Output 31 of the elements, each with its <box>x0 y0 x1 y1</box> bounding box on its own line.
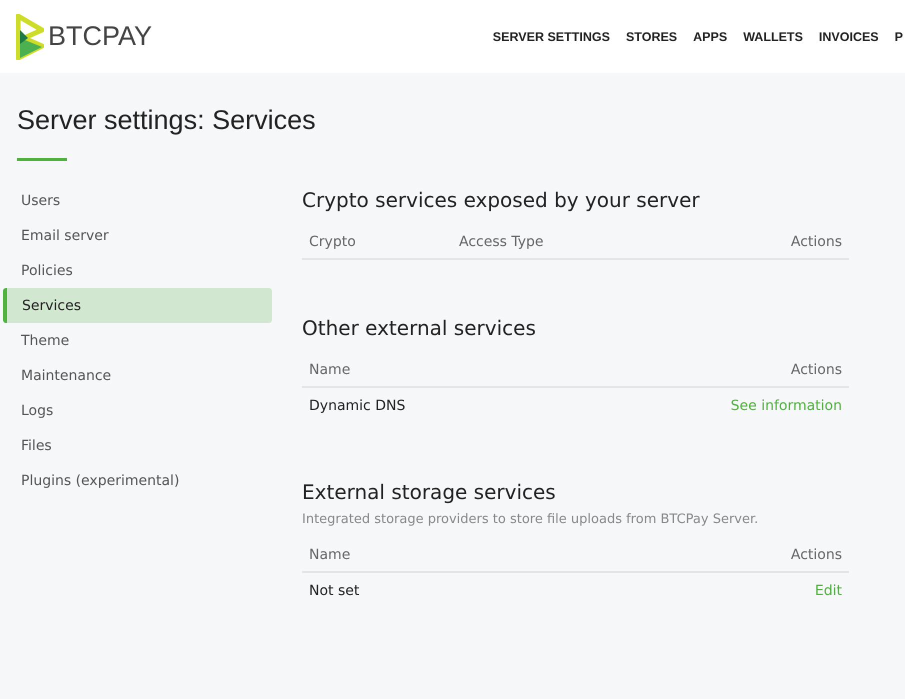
column-header: Name <box>309 547 350 563</box>
column-header: Actions <box>790 234 842 250</box>
section-title: External storage services <box>302 480 557 504</box>
section-description: Integrated storage providers to store file uploads from BTCPay Server. <box>302 512 760 527</box>
nav-link[interactable]: APPS <box>693 30 728 44</box>
sidebar-item[interactable]: Files <box>3 428 272 463</box>
section-title: Crypto services exposed by your server <box>302 188 701 212</box>
column-header: Name <box>309 362 350 378</box>
sidebar-item[interactable]: Logs <box>3 393 272 428</box>
sidebar-item[interactable]: Policies <box>3 253 272 288</box>
sidebar-item[interactable]: Email server <box>3 218 272 253</box>
nav-link[interactable]: P <box>894 30 903 44</box>
nav-link[interactable]: INVOICES <box>818 30 879 44</box>
sidebar-item[interactable]: Users <box>3 183 272 218</box>
table-cell: Dynamic DNS <box>309 398 406 414</box>
column-header: Access Type <box>459 234 544 250</box>
column-header: Actions <box>790 547 842 563</box>
nav-link[interactable]: SERVER SETTINGS <box>492 30 610 44</box>
sidebar-item[interactable]: Theme <box>3 323 272 358</box>
sidebar-item[interactable]: Services <box>3 288 272 323</box>
logo-icon <box>16 14 44 60</box>
column-header: Actions <box>790 362 842 378</box>
section-title: Other external services <box>302 316 537 340</box>
column-header: Crypto <box>309 234 357 250</box>
sidebar-item[interactable]: Plugins (experimental) <box>3 463 272 498</box>
logo-text: BTCPAY <box>48 21 152 52</box>
nav-link[interactable]: WALLETS <box>743 30 803 44</box>
table-cell: Not set <box>309 583 360 599</box>
page-title: Server settings: Services <box>16 104 317 136</box>
nav-link[interactable]: STORES <box>626 30 678 44</box>
sidebar-item[interactable]: Maintenance <box>3 358 272 393</box>
